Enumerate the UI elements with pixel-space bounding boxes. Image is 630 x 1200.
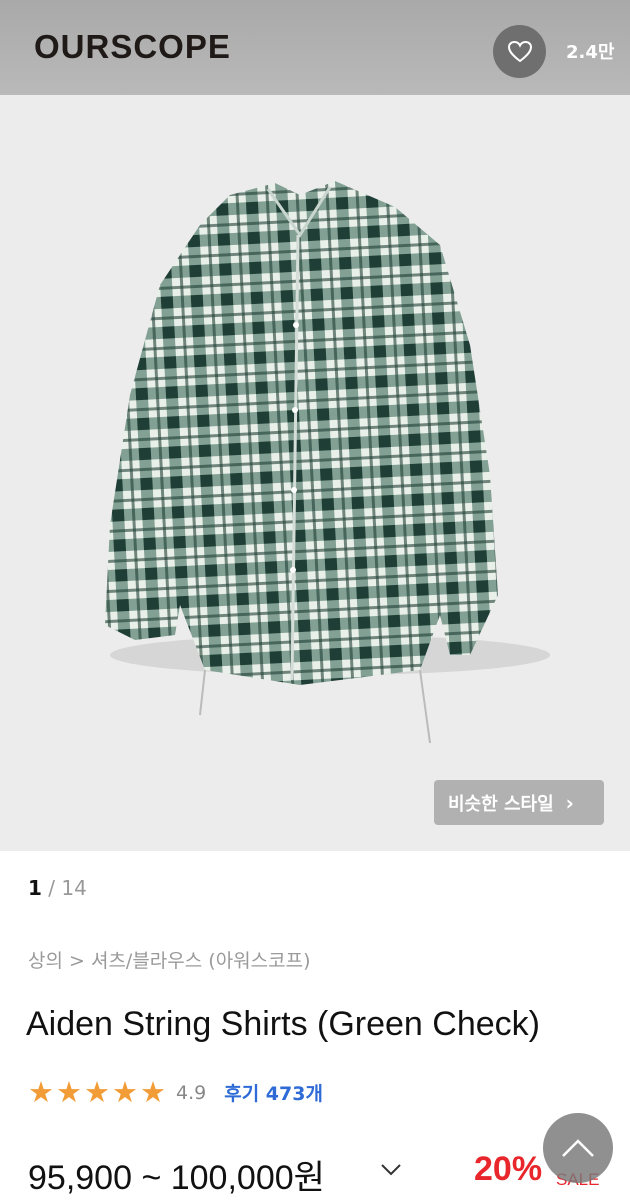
chevron-right-icon: ›	[565, 790, 574, 815]
pager-current: 1	[28, 876, 42, 900]
breadcrumb[interactable]: 상의 > 셔츠/블라우스 (아워스코프)	[28, 946, 311, 973]
star-icon: ★	[56, 1075, 82, 1109]
rating-row[interactable]: ★★★★★ 4.9 후기 473개	[28, 1078, 323, 1107]
pager-separator: /	[48, 876, 56, 900]
discount-rate: 20%	[474, 1150, 543, 1188]
like-button[interactable]	[493, 25, 546, 78]
app-header: OURSCOPE 2.4만	[0, 0, 630, 95]
image-pager: 1 / 14	[28, 876, 87, 900]
star-icon: ★	[84, 1075, 110, 1109]
star-icon: ★	[28, 1075, 54, 1109]
reviews-link[interactable]: 후기 473개	[224, 1079, 323, 1106]
rating-stars: ★★★★★	[28, 1078, 168, 1107]
brand-name[interactable]: OURSCOPE	[34, 28, 231, 66]
product-image[interactable]	[0, 95, 630, 851]
price-range: 95,900 ~ 100,000원	[28, 1159, 325, 1197]
chevron-down-icon[interactable]	[380, 1158, 402, 1183]
star-icon: ★	[112, 1075, 138, 1109]
star-icon: ★	[140, 1075, 166, 1109]
scroll-top-button[interactable]	[543, 1113, 613, 1183]
chevron-up-icon	[562, 1139, 594, 1157]
product-title: Aiden String Shirts (Green Check)	[26, 1005, 540, 1043]
similar-style-button[interactable]: 비슷한 스타일 ›	[434, 780, 604, 825]
like-count: 2.4만	[566, 42, 615, 63]
heart-outline-icon	[507, 40, 532, 62]
rating-score: 4.9	[176, 1081, 207, 1104]
shirt-image	[105, 181, 550, 744]
pager-total: 14	[61, 876, 87, 900]
similar-style-label: 비슷한 스타일	[448, 793, 554, 815]
